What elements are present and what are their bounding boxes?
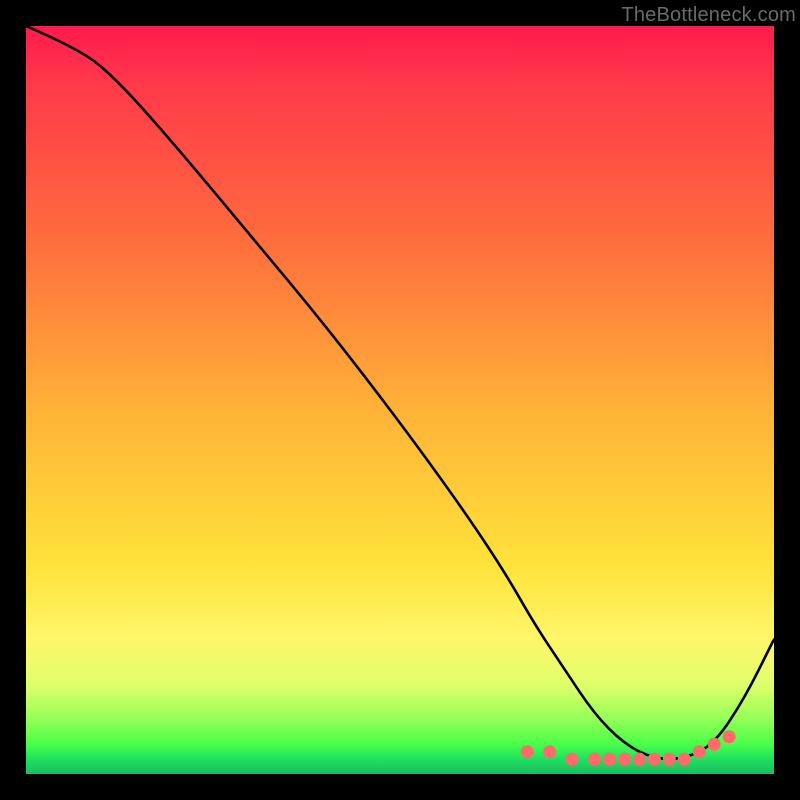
- marker-dot: [588, 753, 601, 766]
- marker-dot: [618, 753, 631, 766]
- marker-dot: [678, 753, 691, 766]
- plot-area: [26, 26, 774, 774]
- marker-dot: [603, 753, 616, 766]
- watermark-text: TheBottleneck.com: [621, 4, 796, 27]
- marker-dot: [543, 745, 556, 758]
- marker-dot: [693, 745, 706, 758]
- marker-dots: [521, 730, 736, 765]
- marker-dot: [708, 738, 721, 751]
- marker-dot: [663, 753, 676, 766]
- marker-dot: [521, 745, 534, 758]
- marker-dot: [633, 753, 646, 766]
- marker-dot: [723, 730, 736, 743]
- line-plot: [26, 26, 774, 774]
- chart-stage: TheBottleneck.com: [0, 0, 800, 800]
- marker-dot: [566, 753, 579, 766]
- marker-dot: [648, 753, 661, 766]
- curve-path: [26, 26, 774, 759]
